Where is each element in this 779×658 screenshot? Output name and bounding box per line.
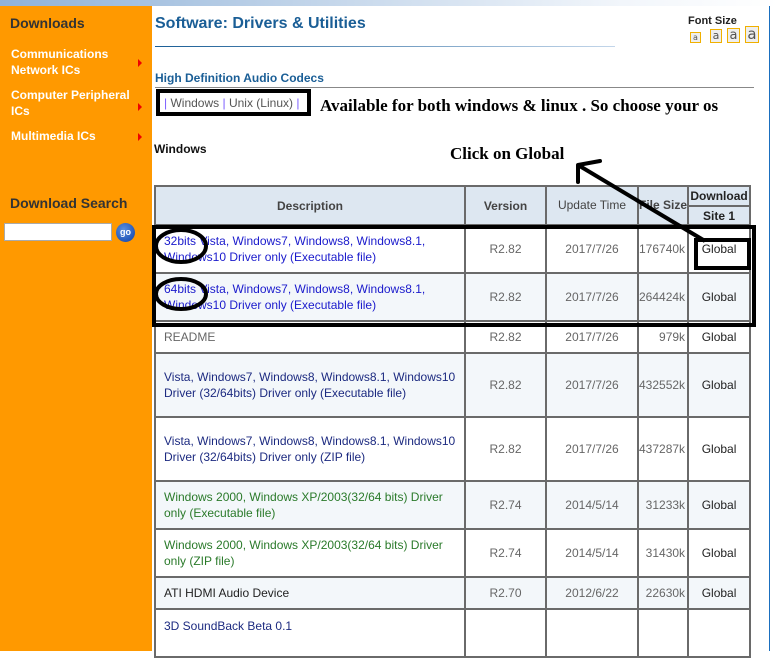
font-size-label: Font Size [688,15,737,27]
row-file-size: 437287k [636,416,690,482]
table-row: Vista, Windows7, Windows8, Windows8.1, W… [154,352,752,418]
header-version: Version [464,185,547,226]
font-size-medium-button[interactable]: a [727,28,740,43]
row-description-link[interactable]: Windows 2000, Windows XP/2003(32/64 bits… [154,528,466,578]
sidebar-item-label: Communications Network ICs [11,47,109,77]
title-divider [155,46,615,47]
download-search-input[interactable] [4,223,112,241]
row-update-time: 2017/7/26 [545,416,639,482]
os-links: | Windows | Unix (Linux) | [164,96,300,110]
row-file-size: 22630k [636,576,690,610]
header-file-size: File Size [636,185,690,226]
download-search-title: Download Search [10,195,128,211]
row-update-time: 2014/5/14 [545,528,639,578]
row-update-time: 2017/7/26 [545,320,639,354]
global-download-link[interactable]: Global [687,480,752,530]
section-subtitle: High Definition Audio Codecs [155,71,324,85]
font-size-large-button[interactable]: a [745,26,759,43]
table-row: 64bits Vista, Windows7, Windows8, Window… [154,272,752,322]
global-download-link[interactable]: Global [687,272,752,322]
downloads-table: Description Version Update Time File Siz… [154,185,752,658]
sidebar-item-communications[interactable]: Communications Network ICs [11,46,146,78]
section-divider [155,87,754,88]
arrow-head-icon [576,159,602,184]
row-version: R2.82 [464,352,547,418]
sidebar-item-multimedia[interactable]: Multimedia ICs [11,128,146,144]
header-description: Description [154,185,466,226]
row-version: R2.74 [464,528,547,578]
header-download: Download [687,185,752,207]
row-description-link[interactable]: 3D SoundBack Beta 0.1 [154,608,466,658]
os-selector-highlight: | Windows | Unix (Linux) | [156,89,311,116]
table-row: Vista, Windows7, Windows8, Windows8.1, W… [154,416,752,482]
table-row: ATI HDMI Audio Device R2.70 2012/6/22 22… [154,576,752,610]
row-version: R2.74 [464,480,547,530]
os-annotation: Available for both windows & linux . So … [320,96,719,115]
chevron-right-icon [138,103,142,111]
table-row: 32bits Vista, Windows7, Windows8, Window… [154,224,752,274]
os-link-linux[interactable]: Unix (Linux) [229,96,293,110]
row-version: R2.70 [464,576,547,610]
table-row: README R2.82 2017/7/26 979k Global [154,320,752,354]
row-description-link[interactable]: ATI HDMI Audio Device [154,576,466,610]
table-row: 3D SoundBack Beta 0.1 [154,608,752,658]
font-size-smallest-button[interactable]: a [690,32,701,43]
global-download-link[interactable]: Global [687,352,752,418]
sidebar: Downloads Communications Network ICs Com… [0,6,152,651]
global-download-link[interactable]: Global [687,416,752,482]
row-version: R2.82 [464,224,547,274]
sidebar-item-label: Computer Peripheral ICs [11,88,130,118]
sidebar-item-label: Multimedia ICs [11,129,96,143]
row-description-link[interactable]: Windows 2000, Windows XP/2003(32/64 bits… [154,480,466,530]
global-download-link[interactable] [687,608,752,658]
row-description-link[interactable]: Vista, Windows7, Windows8, Windows8.1, W… [154,416,466,482]
chevron-right-icon [138,59,142,67]
row-update-time: 2017/7/26 [545,272,639,322]
header-site1: Site 1 [687,205,752,226]
os-link-windows[interactable]: Windows [170,96,219,110]
page-title: Software: Drivers & Utilities [155,15,366,32]
global-download-link[interactable]: Global [687,224,752,274]
row-file-size: 31430k [636,528,690,578]
row-update-time: 2017/7/26 [545,352,639,418]
row-file-size [636,608,690,658]
row-update-time [545,608,639,658]
row-file-size: 979k [636,320,690,354]
row-file-size: 264424k [636,272,690,322]
header-update-time: Update Time [545,185,639,226]
row-file-size: 176740k [636,224,690,274]
row-description-link[interactable]: README [154,320,466,354]
row-description-link[interactable]: Vista, Windows7, Windows8, Windows8.1, W… [154,352,466,418]
row-update-time: 2017/7/26 [545,224,639,274]
sidebar-title: Downloads [10,15,85,31]
row-description-link[interactable]: 64bits Vista, Windows7, Windows8, Window… [154,272,466,322]
global-download-link[interactable]: Global [687,320,752,354]
table-row: Windows 2000, Windows XP/2003(32/64 bits… [154,480,752,530]
row-version [464,608,547,658]
row-update-time: 2014/5/14 [545,480,639,530]
row-version: R2.82 [464,320,547,354]
row-version: R2.82 [464,272,547,322]
row-file-size: 31233k [636,480,690,530]
row-description-link[interactable]: 32bits Vista, Windows7, Windows8, Window… [154,224,466,274]
os-section-label: Windows [154,142,207,156]
global-download-link[interactable]: Global [687,576,752,610]
row-version: R2.82 [464,416,547,482]
font-size-small-button[interactable]: a [710,29,722,43]
sidebar-item-computer-peripheral[interactable]: Computer Peripheral ICs [11,87,146,119]
chevron-right-icon [138,133,142,141]
row-update-time: 2012/6/22 [545,576,639,610]
row-file-size: 432552k [636,352,690,418]
click-global-annotation: Click on Global [450,144,565,163]
search-go-button[interactable]: go [116,223,135,242]
table-row: Windows 2000, Windows XP/2003(32/64 bits… [154,528,752,578]
global-download-link[interactable]: Global [687,528,752,578]
content-right-border [769,6,770,651]
